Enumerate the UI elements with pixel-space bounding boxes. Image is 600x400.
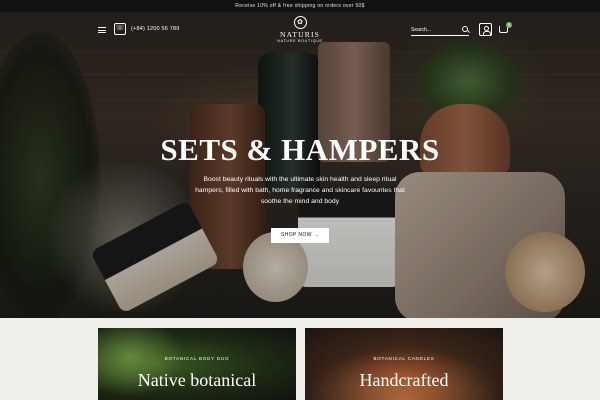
- search-input[interactable]: Search...: [411, 25, 469, 36]
- logo-tagline: NATURE BOUTIQUE: [277, 39, 323, 43]
- hamburger-menu-icon[interactable]: [98, 26, 106, 34]
- logo[interactable]: ✿ NATURIS NATURE BOUTIQUE: [275, 16, 325, 43]
- hero-title: SETS & HAMPERS: [160, 132, 440, 167]
- card-eyebrow: BOTANICAL BODY DUO: [164, 356, 230, 361]
- collection-card-botanical-candles[interactable]: BOTANICAL CANDLES Handcrafted: [305, 328, 503, 400]
- card-eyebrow: BOTANICAL CANDLES: [373, 356, 435, 361]
- logo-name: NATURIS: [279, 30, 321, 39]
- account-icon[interactable]: [479, 23, 492, 36]
- collection-card-botanical-body[interactable]: BOTANICAL BODY DUO Native botanical: [98, 328, 296, 400]
- cart-count-badge: 0: [506, 22, 512, 28]
- phone-number[interactable]: (+84) 1200 56 789: [131, 26, 180, 32]
- card-title: Native botanical: [137, 370, 257, 390]
- site-header: ☏ (+84) 1200 56 789 ✿ NATURIS NATURE BOU…: [0, 12, 600, 48]
- shop-now-button[interactable]: SHOP NOW →: [271, 228, 329, 243]
- phone-icon: ☏: [114, 23, 126, 35]
- search-placeholder: Search...: [411, 27, 432, 33]
- lotus-logo-icon: ✿: [293, 16, 307, 29]
- search-icon[interactable]: [462, 26, 468, 32]
- hero-subtitle: Boost beauty rituals with the ultimate s…: [195, 176, 405, 205]
- card-title: Handcrafted: [359, 370, 449, 390]
- announcement-bar: Receive 10% off & free shipping on order…: [0, 0, 600, 12]
- hero-banner: SETS & HAMPERS Boost beauty rituals with…: [0, 12, 600, 318]
